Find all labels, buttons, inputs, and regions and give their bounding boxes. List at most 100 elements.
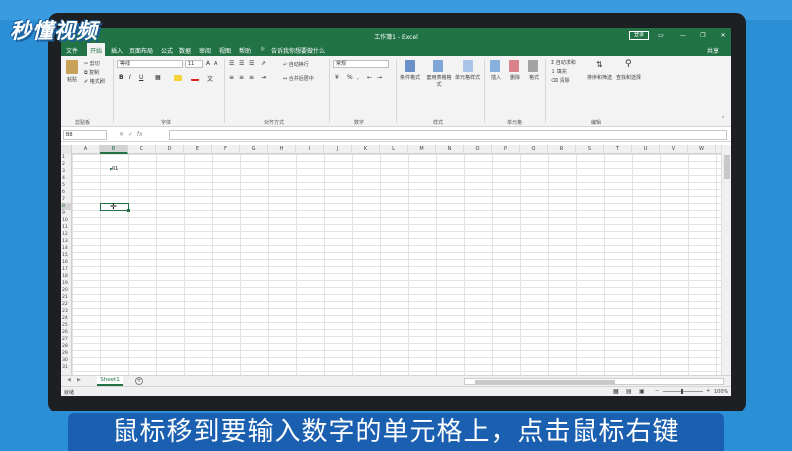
font-color-icon[interactable] xyxy=(191,75,199,81)
column-header[interactable]: H xyxy=(268,145,296,154)
zoom-slider-thumb[interactable] xyxy=(681,389,683,394)
cancel-icon[interactable]: ✕ xyxy=(119,131,124,138)
menu-help[interactable]: 帮助 xyxy=(239,46,251,55)
row-header[interactable]: 3 xyxy=(61,168,72,175)
table-format-icon[interactable] xyxy=(433,60,443,72)
column-header[interactable]: J xyxy=(324,145,352,154)
row-header[interactable]: 22 xyxy=(61,301,72,308)
row-header[interactable]: 29 xyxy=(61,350,72,357)
row-header[interactable]: 24 xyxy=(61,315,72,322)
sort-filter-button[interactable]: 排序和筛选 xyxy=(587,74,612,81)
insert-function-icon[interactable]: fx xyxy=(137,131,143,138)
column-header[interactable]: U xyxy=(632,145,660,154)
menu-page-layout[interactable]: 页面布局 xyxy=(129,46,153,55)
grow-font-icon[interactable]: A xyxy=(206,60,210,67)
align-right-icon[interactable]: ≡ xyxy=(249,74,254,81)
sort-filter-icon[interactable]: ⇅ xyxy=(596,60,603,69)
orientation-icon[interactable]: ⇗ xyxy=(261,60,266,67)
column-header[interactable]: I xyxy=(296,145,324,154)
row-header[interactable]: 16 xyxy=(61,259,72,266)
vertical-scroll-thumb[interactable] xyxy=(724,155,730,179)
formula-input[interactable] xyxy=(169,130,727,140)
enter-icon[interactable]: ✓ xyxy=(128,131,133,138)
column-header[interactable]: C xyxy=(128,145,156,154)
cut-button[interactable]: ✂ 剪切 xyxy=(84,60,100,67)
format-cells-button[interactable]: 格式 xyxy=(529,74,539,81)
share-button[interactable]: 共享 xyxy=(707,46,719,55)
align-middle-icon[interactable]: ☰ xyxy=(239,60,244,67)
wrap-text-button[interactable]: ↵ 自动换行 xyxy=(283,61,309,68)
next-sheet-icon[interactable]: ▶ xyxy=(77,377,81,383)
decrease-decimal-icon[interactable]: → xyxy=(377,74,382,81)
conditional-format-button[interactable]: 条件格式 xyxy=(400,74,420,81)
paste-label[interactable]: 粘贴 xyxy=(67,76,77,83)
row-header[interactable]: 4 xyxy=(61,175,72,182)
page-break-view-icon[interactable]: ▣ xyxy=(639,388,645,395)
zoom-slider[interactable] xyxy=(663,391,703,392)
cell-styles-button[interactable]: 单元格样式 xyxy=(455,74,480,81)
tell-me-search[interactable]: 告诉我你想要做什么 xyxy=(271,46,325,55)
autosum-button[interactable]: Σ 自动求和 xyxy=(551,59,576,66)
zoom-in-icon[interactable]: + xyxy=(706,388,710,394)
cell-styles-icon[interactable] xyxy=(463,60,473,72)
align-center-icon[interactable]: ≡ xyxy=(239,74,244,81)
row-header[interactable]: 26 xyxy=(61,329,72,336)
horizontal-scroll-thumb[interactable] xyxy=(475,380,615,384)
row-header[interactable]: 19 xyxy=(61,280,72,287)
page-layout-view-icon[interactable]: ▤ xyxy=(626,388,632,395)
border-icon[interactable]: ▦ xyxy=(155,74,161,81)
row-header[interactable]: 13 xyxy=(61,238,72,245)
row-header[interactable]: 31 xyxy=(61,364,72,371)
row-header[interactable]: 5 xyxy=(61,182,72,189)
phonetic-icon[interactable]: 文 xyxy=(207,74,213,83)
minimize-icon[interactable]: — xyxy=(677,31,689,40)
align-bottom-icon[interactable]: ☰ xyxy=(249,60,254,67)
fill-color-icon[interactable] xyxy=(174,75,182,81)
row-header[interactable]: 11 xyxy=(61,224,72,231)
menu-formulas[interactable]: 公式 xyxy=(161,46,173,55)
menu-review[interactable]: 审阅 xyxy=(199,46,211,55)
row-header[interactable]: 9 xyxy=(61,210,72,217)
menu-view[interactable]: 视图 xyxy=(219,46,231,55)
column-header[interactable]: L xyxy=(380,145,408,154)
row-header[interactable]: 14 xyxy=(61,245,72,252)
clear-button[interactable]: ⌫ 清除 xyxy=(551,77,570,84)
column-header[interactable]: P xyxy=(492,145,520,154)
delete-cells-icon[interactable] xyxy=(509,60,519,72)
percent-button[interactable]: % xyxy=(347,74,353,81)
vertical-scrollbar[interactable] xyxy=(721,145,731,375)
number-format-select[interactable]: 常规 xyxy=(333,60,389,68)
row-header[interactable]: 8 xyxy=(61,203,72,210)
font-name-select[interactable]: 等线 xyxy=(117,60,183,68)
collapse-ribbon-icon[interactable]: ⌃ xyxy=(721,116,725,122)
row-header[interactable]: 7 xyxy=(61,196,72,203)
fill-handle[interactable] xyxy=(127,209,130,212)
column-header[interactable]: M xyxy=(408,145,436,154)
row-header[interactable]: 12 xyxy=(61,231,72,238)
merge-center-button[interactable]: ↔ 合并后居中 xyxy=(283,75,314,82)
column-header[interactable]: K xyxy=(352,145,380,154)
search-icon[interactable]: ⚲ xyxy=(625,59,632,69)
select-all-corner[interactable] xyxy=(61,145,72,154)
ribbon-display-icon[interactable]: ▭ xyxy=(655,31,667,40)
row-header[interactable]: 30 xyxy=(61,357,72,364)
name-box[interactable]: B8 xyxy=(63,130,107,140)
menu-data[interactable]: 数据 xyxy=(179,46,191,55)
row-header[interactable]: 21 xyxy=(61,294,72,301)
paste-icon[interactable] xyxy=(66,60,78,74)
column-header[interactable]: R xyxy=(548,145,576,154)
row-header[interactable]: 17 xyxy=(61,266,72,273)
sheet-tab-sheet1[interactable]: Sheet1 xyxy=(97,376,123,386)
row-header[interactable]: 10 xyxy=(61,217,72,224)
row-header[interactable]: 15 xyxy=(61,252,72,259)
column-header[interactable]: A xyxy=(72,145,100,154)
close-icon[interactable]: ✕ xyxy=(717,31,729,40)
fill-button[interactable]: ↧ 填充 xyxy=(551,68,567,75)
column-header[interactable]: S xyxy=(576,145,604,154)
row-header[interactable]: 25 xyxy=(61,322,72,329)
bold-button[interactable]: B xyxy=(119,74,124,81)
row-header[interactable]: 2 xyxy=(61,161,72,168)
login-button[interactable]: 登录 xyxy=(629,31,649,40)
currency-icon[interactable]: ¥ xyxy=(335,74,339,81)
increase-decimal-icon[interactable]: ← xyxy=(367,74,372,81)
